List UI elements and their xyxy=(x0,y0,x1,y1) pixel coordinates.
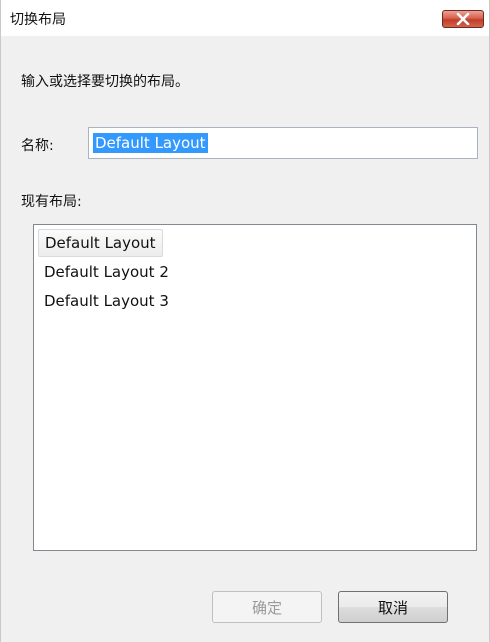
window-title: 切换布局 xyxy=(10,12,66,28)
close-x-icon xyxy=(456,13,470,25)
title-bar: 切换布局 xyxy=(1,0,489,36)
ok-button[interactable]: 确定 xyxy=(212,591,322,623)
list-item-default-layout[interactable]: Default Layout xyxy=(38,229,163,257)
switch-layout-dialog: 切换布局 输入或选择要切换的布局。 名称: Default Layout 现有布… xyxy=(0,0,490,642)
name-label: 名称: xyxy=(21,138,54,154)
name-input-value: Default Layout xyxy=(93,133,208,153)
layout-list[interactable]: Default Layout Default Layout 2 Default … xyxy=(33,224,477,551)
instruction-text: 输入或选择要切换的布局。 xyxy=(21,74,189,90)
close-button[interactable] xyxy=(442,10,484,28)
existing-layouts-label: 现有布局: xyxy=(21,194,82,210)
name-input[interactable]: Default Layout xyxy=(88,127,478,159)
list-item-default-layout-3[interactable]: Default Layout 3 xyxy=(38,287,175,315)
list-item-default-layout-2[interactable]: Default Layout 2 xyxy=(38,258,175,286)
cancel-button[interactable]: 取消 xyxy=(338,591,448,623)
